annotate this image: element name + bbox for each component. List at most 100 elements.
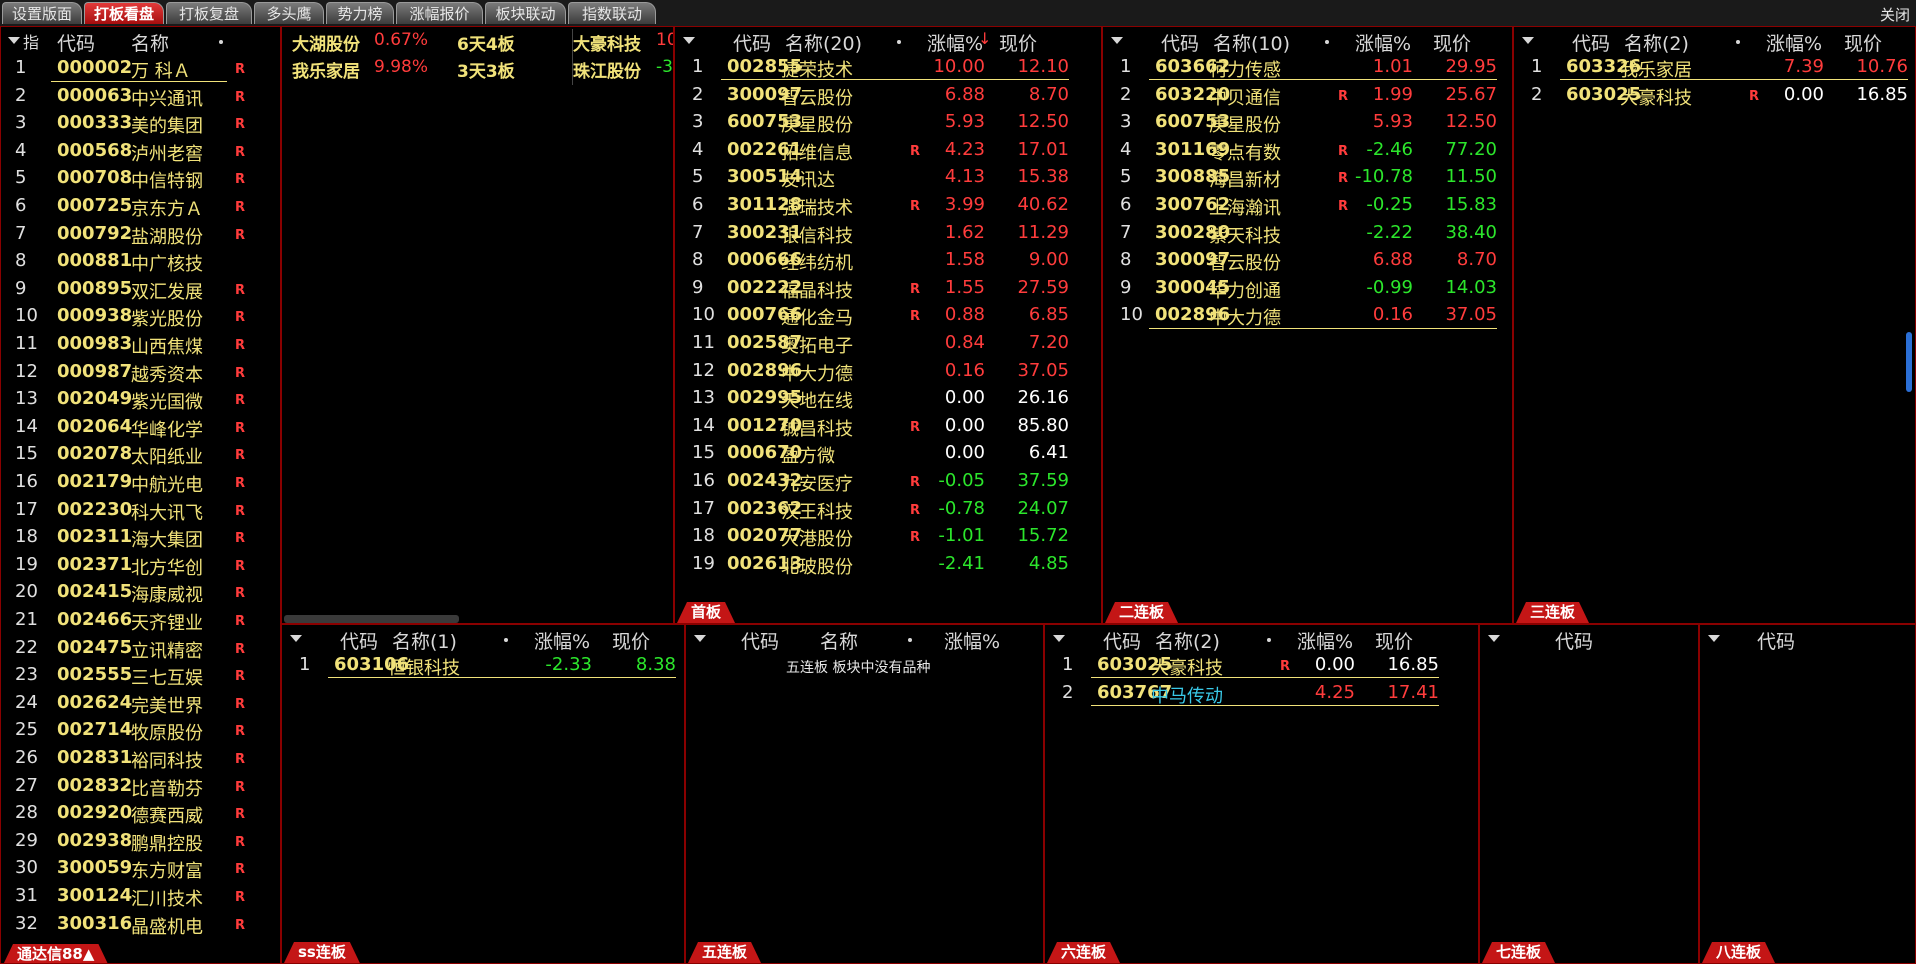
tab-3[interactable]: 多头鹰 xyxy=(254,2,324,24)
header-menu-dot-icon[interactable] xyxy=(1325,40,1329,44)
stock-name[interactable]: 东方财富 xyxy=(131,857,203,883)
sort-arrow-icon[interactable] xyxy=(1522,37,1534,44)
stock-code[interactable]: 002555 xyxy=(57,664,132,685)
stock-name[interactable]: 大豪科技 xyxy=(1620,84,1692,110)
stock-name[interactable]: 智云股份 xyxy=(781,84,853,110)
stock-name[interactable]: 双汇发展 xyxy=(131,278,203,304)
stock-code[interactable]: 002714 xyxy=(57,719,132,740)
stock-code[interactable]: 002371 xyxy=(57,554,132,575)
stock-name[interactable]: 大港股份 xyxy=(781,525,853,551)
stock-code[interactable]: 000792 xyxy=(57,223,132,244)
stock-name[interactable]: 银信科技 xyxy=(781,222,853,248)
stock-name[interactable]: 中大力德 xyxy=(1209,304,1281,330)
stock-code[interactable]: 002179 xyxy=(57,471,132,492)
stock-code[interactable]: 000002 xyxy=(57,57,132,78)
stock-code[interactable]: 000895 xyxy=(57,278,132,299)
stock-name[interactable]: 海昌新材 xyxy=(1209,166,1281,192)
stock-name[interactable]: 盈方微 xyxy=(781,442,835,468)
board-label[interactable]: 五连板 xyxy=(688,942,761,963)
stock-name[interactable]: 三七互娱 xyxy=(131,664,203,690)
header-code[interactable]: 代码 xyxy=(741,627,779,654)
stock-name[interactable]: 中大力德 xyxy=(781,360,853,386)
stock-code[interactable]: 000568 xyxy=(57,140,132,161)
stock-name[interactable]: 拓维信息 xyxy=(781,139,853,165)
header-code[interactable]: 代码 xyxy=(1103,627,1141,654)
stock-name[interactable]: 中马传动 xyxy=(1151,682,1223,708)
stock-name[interactable]: 海大集团 xyxy=(131,526,203,552)
header-name[interactable]: 名称 xyxy=(131,29,169,56)
stock-name[interactable]: 友讯达 xyxy=(781,166,835,192)
stock-name[interactable]: 盐湖股份 xyxy=(131,223,203,249)
board-label[interactable]: 八连板 xyxy=(1702,942,1775,963)
stock-name[interactable]: 福晶科技 xyxy=(781,277,853,303)
tab-6[interactable]: 板块联动 xyxy=(485,2,566,24)
stock-code[interactable]: 002466 xyxy=(57,609,132,630)
header-name[interactable]: 名称(10) xyxy=(1213,29,1290,56)
stock-name[interactable]: 汇川技术 xyxy=(131,885,203,911)
stock-code[interactable]: 000987 xyxy=(57,361,132,382)
stock-name[interactable]: 中航光电 xyxy=(131,471,203,497)
stock-code[interactable]: 002078 xyxy=(57,443,132,464)
board-label[interactable]: ss连板 xyxy=(284,942,360,963)
stock-name[interactable]: 晶盛机电 xyxy=(131,913,203,939)
stock-name[interactable]: 北方华创 xyxy=(131,554,203,580)
stock-name[interactable]: 裕同科技 xyxy=(131,747,203,773)
stock-name[interactable]: 海康威视 xyxy=(131,581,203,607)
stock-name[interactable]: 奥拓电子 xyxy=(781,332,853,358)
stock-name[interactable]: 天齐锂业 xyxy=(131,609,203,635)
board-label[interactable]: 六连板 xyxy=(1047,942,1120,963)
header-index[interactable]: 指 xyxy=(23,29,39,53)
tab-2[interactable]: 打板复盘 xyxy=(166,2,252,24)
stock-name[interactable]: 经纬纺机 xyxy=(781,249,853,275)
header-pct[interactable]: 涨幅% xyxy=(1297,627,1353,654)
header-price[interactable]: 现价 xyxy=(1375,627,1413,654)
ticker-name[interactable]: 我乐家居 xyxy=(292,57,360,82)
stock-code[interactable]: 002311 xyxy=(57,526,132,547)
header-pct[interactable]: 涨幅% xyxy=(534,627,590,654)
stock-name[interactable]: 华力创通 xyxy=(1209,277,1281,303)
header-menu-dot-icon[interactable] xyxy=(1736,40,1740,44)
header-code[interactable]: 代码 xyxy=(733,29,771,56)
header-pct[interactable]: 涨幅% xyxy=(1355,29,1411,56)
tab-1[interactable]: 打板看盘 xyxy=(84,2,164,24)
stock-name[interactable]: 京东方Ａ xyxy=(131,195,203,221)
stock-code[interactable]: 000333 xyxy=(57,112,132,133)
stock-name[interactable]: 牧原股份 xyxy=(131,719,203,745)
stock-name[interactable]: 紫光国微 xyxy=(131,388,203,414)
header-price[interactable]: 现价 xyxy=(1844,29,1882,56)
tab-0[interactable]: 设置版面 xyxy=(2,2,82,24)
header-pct[interactable]: 涨幅% xyxy=(1766,29,1822,56)
stock-name[interactable]: 铖昌科技 xyxy=(781,415,853,441)
stock-code[interactable]: 300059 xyxy=(57,857,132,878)
stock-name[interactable]: 天地在线 xyxy=(781,387,853,413)
stock-code[interactable]: 000983 xyxy=(57,333,132,354)
stock-name[interactable]: 上海瀚讯 xyxy=(1209,194,1281,220)
board-label[interactable]: 三连板 xyxy=(1516,602,1589,623)
stock-name[interactable]: 泸州老窖 xyxy=(131,140,203,166)
sort-arrow-icon[interactable] xyxy=(694,635,706,642)
stock-name[interactable]: 美的集团 xyxy=(131,112,203,138)
stock-name[interactable]: 九安医疗 xyxy=(781,470,853,496)
stock-name[interactable]: 紫天科技 xyxy=(1209,222,1281,248)
stock-name[interactable]: 越秀资本 xyxy=(131,361,203,387)
header-price[interactable]: 现价 xyxy=(1433,29,1471,56)
stock-code[interactable]: 000708 xyxy=(57,167,132,188)
stock-code[interactable]: 300316 xyxy=(57,913,132,934)
header-pct[interactable]: 涨幅% xyxy=(944,627,1000,654)
header-menu-dot-icon[interactable] xyxy=(504,638,508,642)
header-menu-dot-icon[interactable] xyxy=(897,40,901,44)
stock-code[interactable]: 000938 xyxy=(57,305,132,326)
stock-name[interactable]: 强瑞技术 xyxy=(781,194,853,220)
ticker-name-2[interactable]: 大豪科技 xyxy=(573,30,641,55)
stock-name[interactable]: 中广核技 xyxy=(131,250,203,276)
stock-name[interactable]: 山西焦煤 xyxy=(131,333,203,359)
stock-name[interactable]: 太阳纸业 xyxy=(131,443,203,469)
stock-code[interactable]: 002415 xyxy=(57,581,132,602)
header-name[interactable]: 名称 xyxy=(820,627,858,654)
header-code[interactable]: 代码 xyxy=(57,29,95,56)
stock-code[interactable]: 002049 xyxy=(57,388,132,409)
header-menu-dot-icon[interactable] xyxy=(1267,638,1271,642)
sort-arrow-icon[interactable] xyxy=(290,635,302,642)
stock-code[interactable]: 000725 xyxy=(57,195,132,216)
stock-name[interactable]: 万 科Ａ xyxy=(131,57,191,83)
